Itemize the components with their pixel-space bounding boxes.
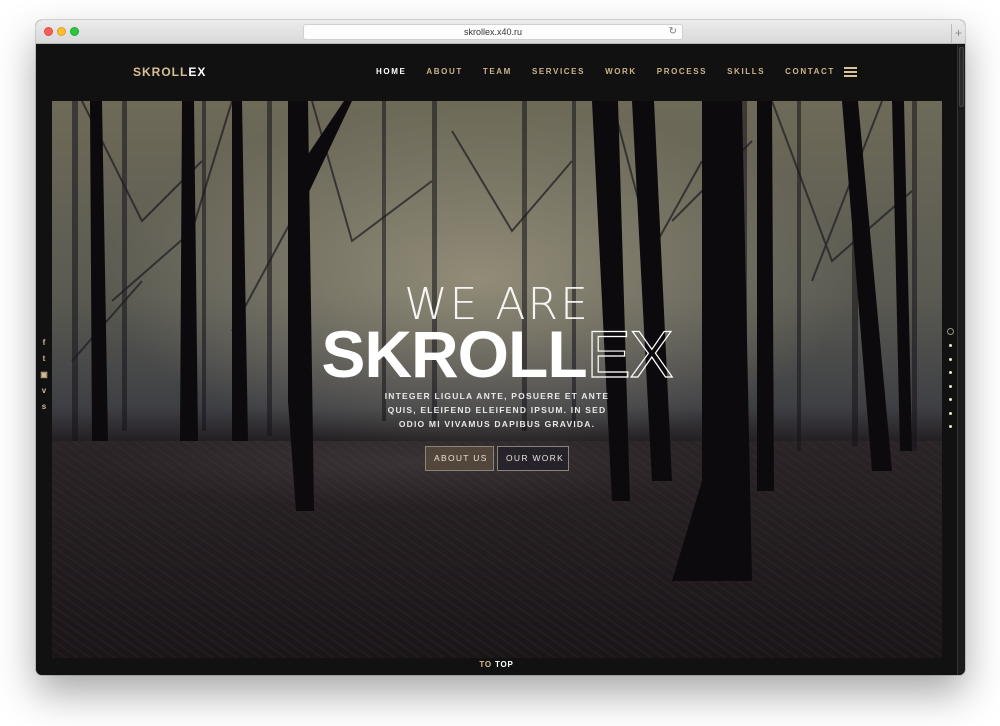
facebook-icon[interactable]: f [36, 336, 52, 350]
section-dot-3[interactable] [948, 357, 952, 361]
scrollbar-thumb[interactable] [959, 47, 964, 107]
address-bar[interactable]: skrollex.x40.ru ↻ [303, 24, 683, 40]
skype-icon[interactable]: s [36, 400, 52, 414]
our-work-button[interactable]: OUR WORK [497, 446, 569, 471]
hero-title-outline: EX [586, 317, 674, 391]
section-dot-7[interactable] [948, 411, 952, 415]
nav-process[interactable]: PROCESS [657, 67, 707, 76]
section-dot-6[interactable] [948, 398, 952, 401]
nav-work[interactable]: WORK [605, 67, 637, 76]
close-window-button[interactable] [44, 27, 53, 36]
social-links: f t ▣ v s [36, 336, 52, 416]
browser-titlebar: skrollex.x40.ru ↻ + [36, 20, 965, 44]
minimize-window-button[interactable] [57, 27, 66, 36]
hero-title-bold: SKROLL [321, 317, 587, 391]
to-top-link[interactable]: TO TOP [36, 660, 957, 669]
to-top-text-b: TOP [494, 660, 514, 669]
twitter-icon[interactable]: t [36, 352, 52, 366]
nav-team[interactable]: TEAM [483, 67, 512, 76]
about-us-button[interactable]: ABOUT US [425, 446, 494, 471]
nav-contact[interactable]: CONTACT [785, 67, 835, 76]
logo[interactable]: SKROLLEX [133, 65, 206, 79]
hamburger-icon[interactable] [844, 67, 857, 77]
browser-window: skrollex.x40.ru ↻ + SKROLLEX HOME ABOUT … [36, 20, 965, 675]
section-dot-2[interactable] [948, 344, 952, 347]
nav-skills[interactable]: SKILLS [727, 67, 765, 76]
section-dot-8[interactable] [948, 425, 952, 428]
page-scrollbar[interactable] [957, 45, 965, 675]
nav-home[interactable]: HOME [376, 67, 406, 76]
maximize-window-button[interactable] [70, 27, 79, 36]
section-dot-4[interactable] [948, 371, 952, 374]
hero-section: WE ARE SKROLLEX INTEGER LIGULA ANTE, POS… [52, 101, 942, 658]
nav-about[interactable]: ABOUT [426, 67, 462, 76]
vimeo-icon[interactable]: v [36, 384, 52, 398]
hero-title: SKROLLEX [52, 317, 942, 391]
hero-tagline: INTEGER LIGULA ANTE, POSUERE ET ANTE QUI… [384, 391, 610, 429]
logo-text-b: EX [188, 65, 207, 79]
url-text: skrollex.x40.ru [463, 27, 523, 37]
top-nav: SKROLLEX HOME ABOUT TEAM SERVICES WORK P… [36, 45, 957, 101]
nav-services[interactable]: SERVICES [532, 67, 585, 76]
section-dot-5[interactable] [948, 384, 952, 388]
new-tab-button[interactable]: + [951, 24, 965, 44]
page: SKROLLEX HOME ABOUT TEAM SERVICES WORK P… [36, 45, 957, 675]
main-menu: HOME ABOUT TEAM SERVICES WORK PROCESS SK… [376, 67, 855, 76]
section-dot-1[interactable] [946, 328, 954, 335]
reload-icon[interactable]: ↻ [669, 25, 677, 39]
hero-buttons: ABOUT US OUR WORK [425, 446, 569, 471]
section-dots-nav [943, 328, 957, 439]
youtube-icon[interactable]: ▣ [36, 368, 52, 382]
to-top-text-a: TO [479, 660, 492, 669]
logo-text-a: SKROLL [133, 65, 189, 79]
